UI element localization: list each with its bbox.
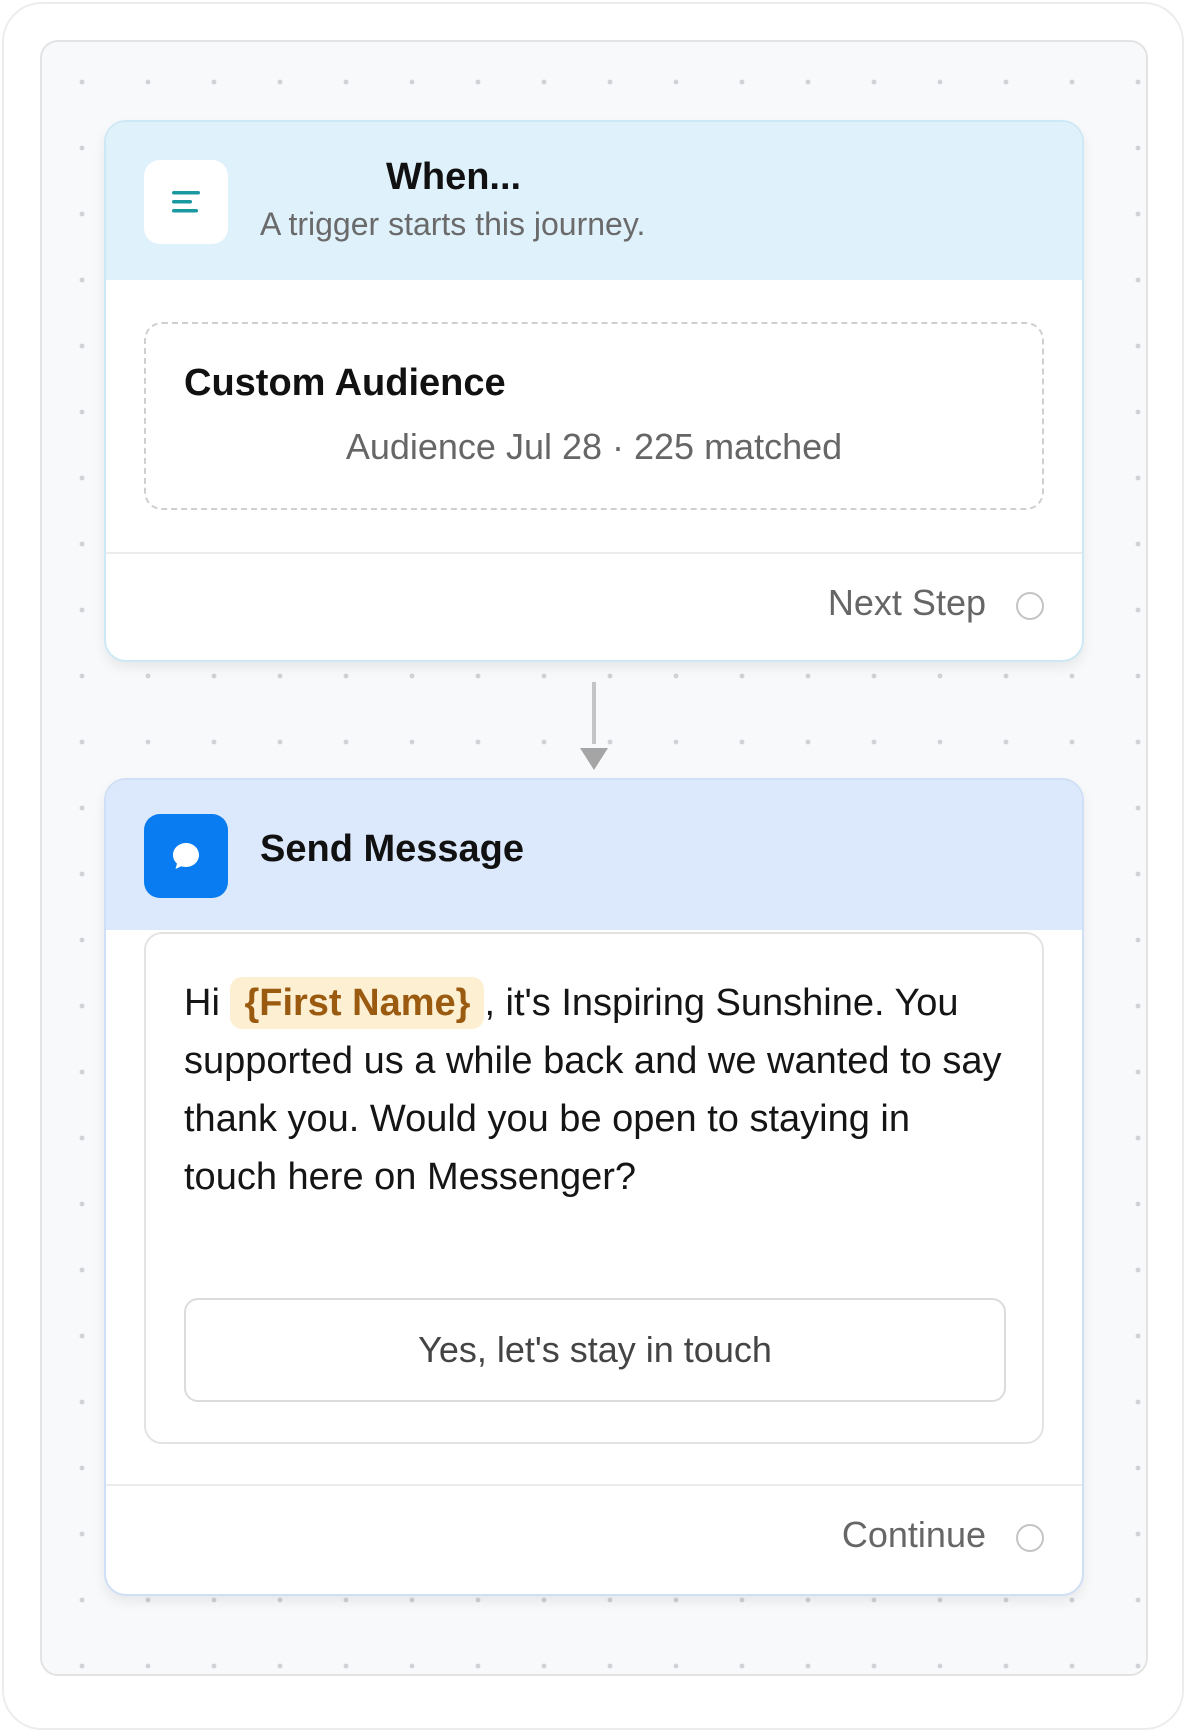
message-card-header: Send Message <box>106 780 1082 930</box>
connector-arrow-icon <box>580 748 608 770</box>
message-body: Hi {First Name}, it's Inspiring Sunshine… <box>144 932 1044 1444</box>
continue-connector-handle[interactable] <box>1016 1524 1044 1552</box>
trigger-icon-box <box>144 160 228 244</box>
chat-bubble-icon <box>173 843 199 869</box>
message-title: Send Message <box>260 828 524 870</box>
lines-icon <box>172 191 200 213</box>
audience-title: Custom Audience <box>184 362 506 404</box>
message-text: Hi {First Name}, it's Inspiring Sunshine… <box>184 974 1004 1206</box>
first-name-token[interactable]: {First Name} <box>230 977 485 1029</box>
continue-label: Continue <box>841 1514 986 1555</box>
quick-reply-button[interactable]: Yes, let's stay in touch <box>184 1298 1006 1402</box>
message-card-footer: Continue <box>106 1484 1082 1594</box>
trigger-subtitle: A trigger starts this journey. <box>260 206 646 242</box>
trigger-card-footer: Next Step <box>106 552 1082 660</box>
message-icon-box <box>144 814 228 898</box>
trigger-card[interactable]: When... A trigger starts this journey. C… <box>104 120 1084 662</box>
trigger-title: When... <box>386 156 522 198</box>
next-step-label: Next Step <box>827 582 986 623</box>
trigger-card-header: When... A trigger starts this journey. <box>106 122 1082 280</box>
connector-line <box>592 682 596 744</box>
greeting-text: Hi <box>184 982 220 1024</box>
send-message-card[interactable]: Send Message Hi {First Name}, it's Inspi… <box>104 778 1084 1596</box>
next-step-connector-handle[interactable] <box>1016 592 1044 620</box>
custom-audience-box[interactable]: Custom Audience Audience Jul 28 · 225 ma… <box>144 322 1044 510</box>
audience-meta: Audience Jul 28 · 225 matched <box>345 426 843 467</box>
